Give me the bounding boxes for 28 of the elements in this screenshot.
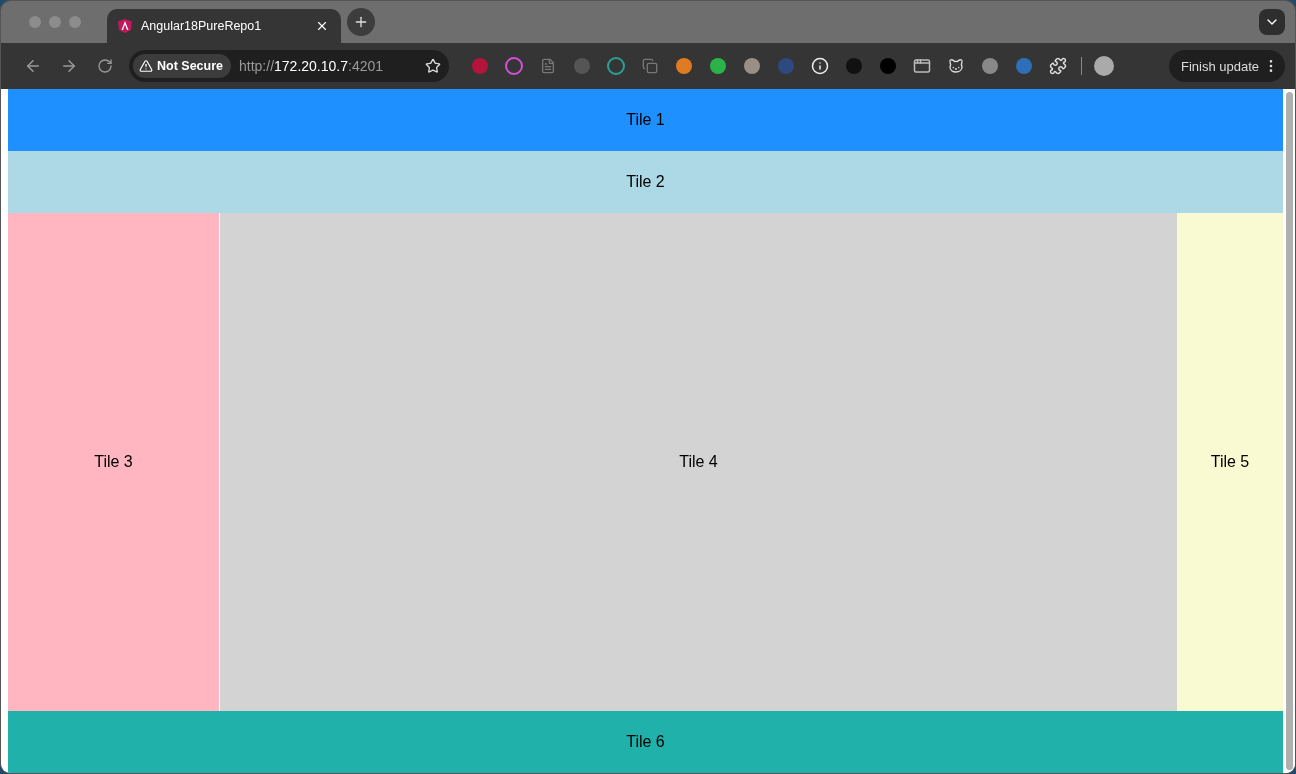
finish-update-button[interactable]: Finish update — [1168, 50, 1285, 82]
avatar[interactable] — [1094, 56, 1114, 76]
extension-icon[interactable] — [1013, 55, 1035, 77]
new-tab-button[interactable] — [347, 8, 375, 36]
url-text: http://172.20.10.7:4201 — [239, 58, 385, 74]
extension-icon[interactable] — [673, 55, 695, 77]
tile: Tile 6 — [8, 711, 1283, 773]
extension-icon[interactable] — [503, 55, 525, 77]
shield-logo-icon — [117, 18, 133, 34]
tile: Tile 1 — [8, 89, 1283, 151]
puzzle-icon[interactable] — [1047, 55, 1069, 77]
scrollbar[interactable] — [1283, 89, 1295, 773]
plus-icon — [353, 14, 369, 30]
tile: Tile 2 — [8, 151, 1283, 213]
tab-title: Angular18PureRepo1 — [141, 19, 263, 33]
browser-tab[interactable]: Angular18PureRepo1 — [107, 9, 341, 43]
tile: Tile 5 — [1177, 213, 1283, 711]
extension-icon[interactable] — [979, 55, 1001, 77]
extension-icon[interactable] — [605, 55, 627, 77]
extension-icon[interactable] — [741, 55, 763, 77]
tile: Tile 3 — [8, 213, 219, 711]
tile: Tile 4 — [219, 213, 1177, 711]
info-icon[interactable] — [809, 55, 831, 77]
warning-icon — [139, 59, 153, 73]
address-bar[interactable]: Not Secure http://172.20.10.7:4201 — [129, 50, 449, 82]
tab-search-button[interactable] — [1259, 9, 1285, 35]
security-chip[interactable]: Not Secure — [133, 54, 231, 78]
extension-icon[interactable] — [707, 55, 729, 77]
